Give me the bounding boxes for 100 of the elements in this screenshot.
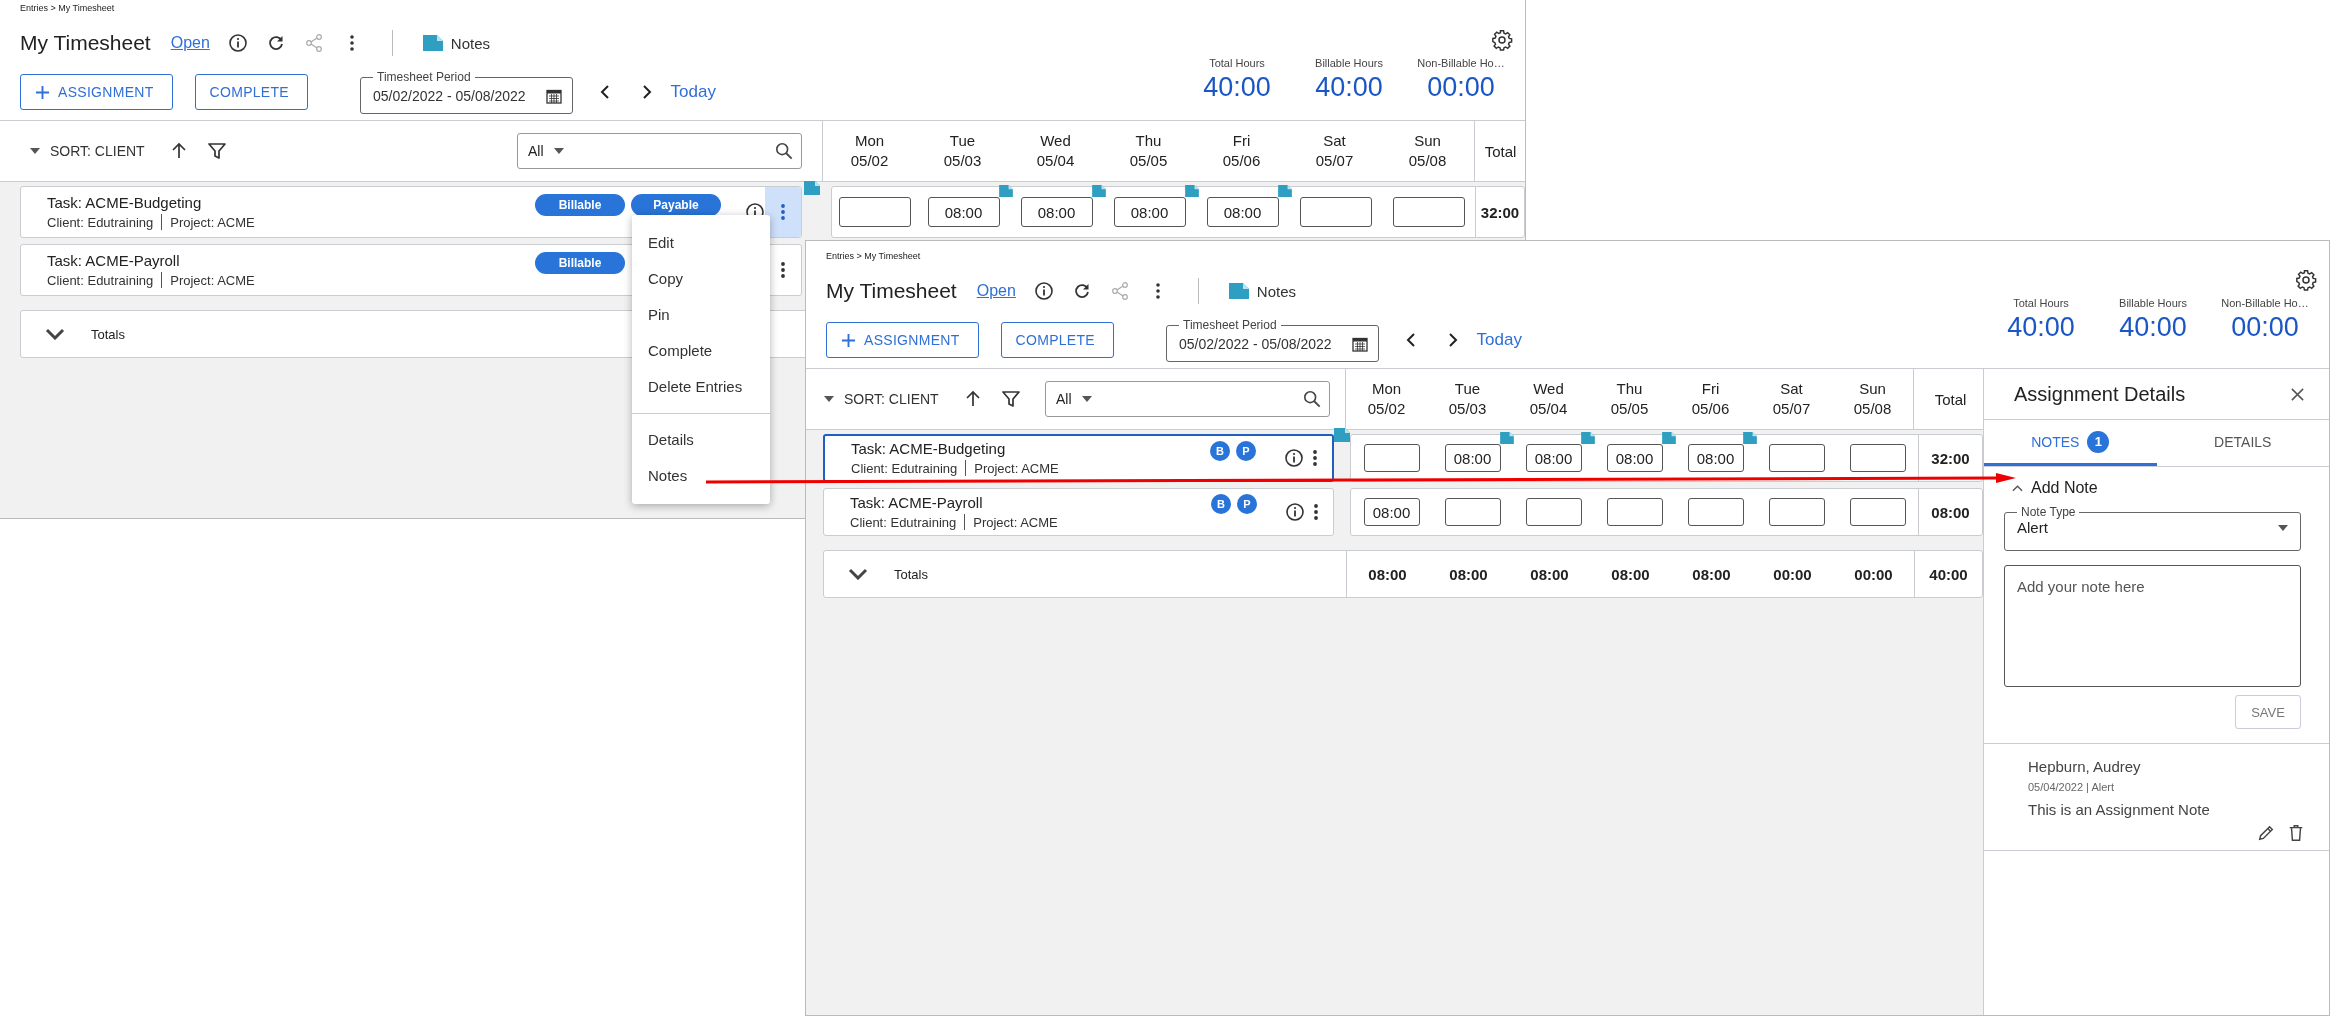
day-date: 05/06 [1691,399,1730,419]
day-date: 05/03 [1448,399,1487,419]
count-badge: 1 [2087,430,2110,453]
hours-input[interactable] [1363,444,1420,472]
trash-icon[interactable] [2287,824,2305,842]
menu-item[interactable]: Complete [632,333,770,369]
column-heading: Total [1484,142,1517,160]
hours-input[interactable]: 08:00 [1525,444,1582,472]
hours-input[interactable] [1392,197,1465,227]
day-name: Sat [1780,379,1803,399]
hours-input[interactable]: 08:00 [1444,444,1501,472]
client-label: Client: Edutraining [47,214,154,230]
calendar-icon[interactable] [1351,335,1368,352]
assignment-card[interactable]: Task: ACME-Budgeting Client: Edutraining Project: ACME Billable Payable [20,186,802,238]
hours-input[interactable] [1849,498,1906,526]
calendar-icon[interactable] [545,87,562,104]
status-link[interactable]: Open [976,282,1016,300]
period-field[interactable]: Timesheet Period 05/02/2022 - 05/08/2022 [360,70,573,114]
day-name: Fri [1232,131,1251,151]
hours-input[interactable] [1768,498,1825,526]
summary-label: Non-Billable Ho… [2221,297,2309,309]
info-icon[interactable] [1285,502,1305,522]
filter-icon[interactable] [1000,389,1021,409]
hours-input[interactable] [1687,498,1744,526]
today-link[interactable]: Today [670,82,716,102]
hours-input[interactable] [1768,444,1825,472]
hours-input[interactable] [838,197,911,227]
add-assignment-button[interactable]: ASSIGNMENT [826,322,979,358]
billing-badge: B [1211,494,1231,514]
caret-icon [824,396,834,402]
hours-input[interactable] [1444,498,1501,526]
today-link[interactable]: Today [1476,330,1522,350]
settings-icon[interactable] [2295,269,2317,291]
add-assignment-button[interactable]: ASSIGNMENT [20,74,173,110]
close-icon[interactable] [2290,386,2305,402]
hours-input[interactable]: 08:00 [1020,197,1093,227]
day-total: 08:00 [1449,565,1488,583]
settings-icon[interactable] [1491,29,1513,51]
hours-input[interactable]: 08:00 [1606,444,1663,472]
menu-item[interactable]: Notes [632,458,770,494]
panel-tab[interactable]: DETAILS [2156,420,2329,466]
period-field[interactable]: Timesheet Period 05/02/2022 - 05/08/2022 [1166,318,1379,362]
hours-input[interactable] [1299,197,1372,227]
info-icon[interactable] [1284,448,1304,468]
menu-item[interactable]: Copy [632,261,770,297]
status-link[interactable]: Open [170,34,210,52]
summary-label: Billable Hours [2119,297,2187,309]
hours-input[interactable] [1525,498,1582,526]
assignment-card[interactable]: Task: ACME-Payroll Client: Edutraining Project: ACME B P [823,488,1334,536]
chevron-down-icon[interactable] [45,328,65,340]
sort-button[interactable]: SORT: CLIENT [824,391,939,407]
summary-value: 40:00 [2119,312,2187,343]
hours-input[interactable]: 08:00 [1687,444,1744,472]
menu-item[interactable]: Details [632,422,770,458]
hours-input[interactable]: 08:00 [1113,197,1186,227]
billing-badge: Billable [535,252,625,274]
hours-input[interactable] [1849,444,1906,472]
more-icon [1313,503,1319,521]
plus-icon [841,332,856,348]
filter-icon[interactable] [206,141,227,161]
note-field[interactable]: Add your note here [2004,565,2301,687]
complete-button[interactable]: COMPLETE [1000,322,1114,358]
hours-input[interactable]: 08:00 [1363,498,1420,526]
sort-button[interactable]: SORT: CLIENT [30,143,145,159]
assignment-card[interactable]: Task: ACME-Budgeting Client: Edutraining Project: ACME B P [823,434,1334,482]
totals-label: Totals [894,566,928,582]
project-label: Project: ACME [170,214,255,230]
info-icon[interactable] [227,33,248,53]
billing-badge: B [1210,441,1230,461]
search-icon[interactable] [1303,390,1321,408]
day-total: 00:00 [1773,565,1812,583]
complete-button[interactable]: COMPLETE [194,74,308,110]
panel-tab[interactable]: NOTES 1 [1984,420,2157,466]
add-note-toggle[interactable]: Add Note [2010,477,2100,499]
note-type-select[interactable]: Note Type Alert [2004,505,2301,551]
filter-field[interactable]: All [1045,381,1330,417]
task-name: Task: ACME-Payroll [47,252,181,269]
menu-item[interactable]: Delete Entries [632,369,770,405]
column-heading: Total [1934,390,1967,408]
day-name: Wed [1533,379,1564,399]
filter-field[interactable]: All [517,133,802,169]
summary-value: 00:00 [1427,72,1495,103]
notes-button[interactable]: Notes [422,34,491,52]
pencil-icon[interactable] [2257,824,2275,842]
caret-icon [30,148,40,154]
menu-item[interactable]: Pin [632,297,770,333]
notes-button[interactable]: Notes [1228,282,1297,300]
billing-badge: P [1237,494,1257,514]
chevron-down-icon[interactable] [848,568,868,580]
breadcrumb[interactable]: Entries > My Timesheet [826,249,1522,263]
client-label: Client: Edutraining [851,460,958,476]
caret-icon [553,148,564,154]
breadcrumb[interactable]: Entries > My Timesheet [20,1,716,15]
chevron-icon [2012,484,2023,492]
search-icon[interactable] [775,142,793,160]
hours-input[interactable]: 08:00 [1206,197,1279,227]
hours-input[interactable] [1606,498,1663,526]
info-icon[interactable] [1033,281,1054,301]
task-name: Task: ACME-Payroll [850,494,984,511]
hours-input[interactable]: 08:00 [927,197,1000,227]
